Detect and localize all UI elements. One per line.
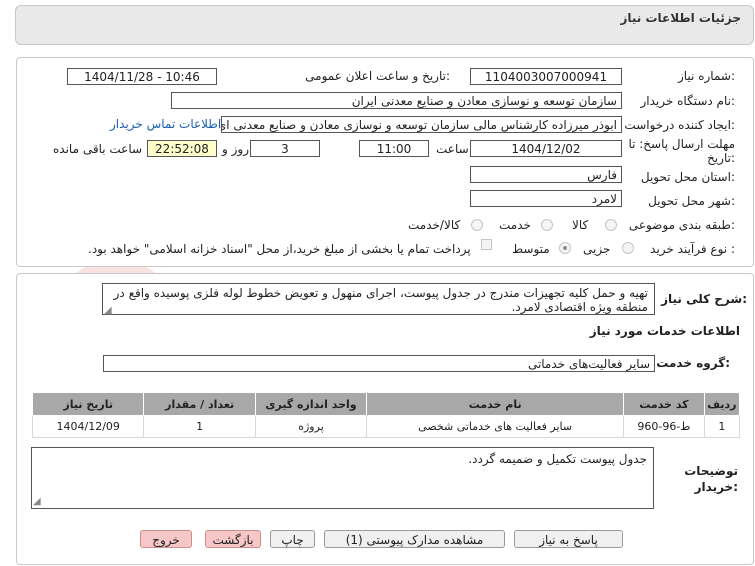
need-number-label: شماره نیاز: (677, 69, 735, 83)
process-option-minor: جزیی (583, 242, 611, 256)
process-type-label: نوع فرآیند خرید : (650, 242, 735, 256)
reply-button[interactable]: پاسخ به نیاز (514, 530, 623, 548)
category-radio-service[interactable] (541, 219, 553, 231)
general-desc-label: شرح کلی نیاز: (661, 292, 747, 306)
col-name-header: نام خدمت (366, 392, 625, 416)
remaining-time-label: ساعت باقی مانده (53, 142, 143, 156)
buyer-org-field: سازمان توسعه و نوسازی معادن و صنایع معدن… (171, 92, 622, 109)
service-group-label: گروه خدمت: (656, 356, 730, 370)
print-button[interactable]: چاپ (270, 530, 315, 548)
province-label: استان محل تحویل: (640, 170, 735, 184)
requester-label: ایجاد کننده درخواست: (624, 118, 735, 132)
buyer-contact-link[interactable]: اطلاعات تماس خریدار (110, 117, 221, 131)
process-option-medium: متوسط (512, 242, 550, 256)
deadline-time-field: 11:00 (359, 140, 429, 157)
treasury-checkbox[interactable] (481, 239, 492, 250)
view-attachments-button[interactable]: مشاهده مدارک پیوستی (1) (324, 530, 505, 548)
cell-unit: پروژه (254, 415, 368, 438)
buyer-org-label: نام دستگاه خریدار: (640, 94, 736, 108)
buyer-notes-label-2: خریدار: (694, 480, 738, 494)
info-panel (16, 57, 754, 267)
cell-row: 1 (703, 415, 741, 438)
back-button[interactable]: بازگشت (205, 530, 261, 548)
cell-name: سایر فعالیت های خدماتی شخصی (366, 415, 625, 438)
cell-qty: 1 (143, 415, 256, 438)
requester-field: ابوذر میرزاده کارشناس مالی سازمان توسعه … (221, 116, 622, 133)
remaining-time-field: 22:52:08 (147, 140, 217, 157)
announce-date-label: تاریخ و ساعت اعلان عمومی: (305, 69, 450, 83)
category-option-goods-service: کالا/خدمت (408, 218, 461, 232)
city-label: شهر محل تحویل: (648, 194, 735, 208)
notes-resize-grip-icon: ◢ (33, 496, 41, 507)
category-radio-goods[interactable] (605, 219, 617, 231)
col-qty-header: تعداد / مقدار (143, 392, 256, 416)
need-number-field: 1104003007000941 (470, 68, 622, 85)
col-row-header: ردیف (703, 392, 741, 416)
service-group-field: سایر فعالیت‌های خدماتی (103, 355, 655, 372)
process-radio-minor[interactable] (622, 242, 634, 254)
category-option-service: خدمت (499, 218, 531, 232)
cell-code: ط-96-960 (623, 415, 705, 438)
services-title: اطلاعات خدمات مورد نیاز (589, 324, 740, 338)
province-field: فارس (470, 166, 622, 183)
col-code-header: کد خدمت (623, 392, 705, 416)
category-radio-goods-service[interactable] (471, 219, 483, 231)
process-radio-medium[interactable] (559, 242, 571, 254)
city-field: لامرد (470, 190, 622, 207)
deadline-label: مهلت ارسال پاسخ: تا (628, 137, 735, 151)
col-unit-header: واحد اندازه گیری (254, 392, 368, 416)
announce-date-field: 1404/11/28 - 10:46 (67, 68, 217, 85)
deadline-label-date: تاریخ: (707, 151, 735, 165)
buyer-notes-box: جدول پیوست تکمیل و ضمیمه گردد. (31, 447, 654, 509)
buyer-notes-label: توضیحات (684, 464, 738, 478)
general-desc-box: تهیه و حمل کلیه تجهیزات مندرج در جدول پی… (102, 283, 655, 315)
services-table: ردیف کد خدمت نام خدمت واحد اندازه گیری ت… (31, 392, 741, 438)
deadline-date-field: 1404/12/02 (470, 140, 622, 157)
table-row: 1 ط-96-960 سایر فعالیت های خدماتی شخصی پ… (31, 415, 741, 438)
days-field: 3 (250, 140, 320, 157)
exit-button[interactable]: خروج (140, 530, 192, 548)
cell-date: 1404/12/09 (31, 415, 145, 438)
payment-note: پرداخت تمام یا بخشی از مبلغ خرید،از محل … (88, 242, 471, 256)
deadline-time-label: ساعت (436, 142, 469, 156)
days-label: روز و (222, 142, 249, 156)
table-header-row: ردیف کد خدمت نام خدمت واحد اندازه گیری ت… (31, 392, 741, 416)
resize-grip-icon: ◢ (104, 305, 112, 316)
page-title: جزئیات اطلاعات نیاز (620, 11, 741, 25)
category-option-goods: کالا (572, 218, 589, 232)
col-date-header: تاریخ نیاز (31, 392, 145, 416)
category-label: طبقه بندی موضوعی: (628, 218, 735, 232)
